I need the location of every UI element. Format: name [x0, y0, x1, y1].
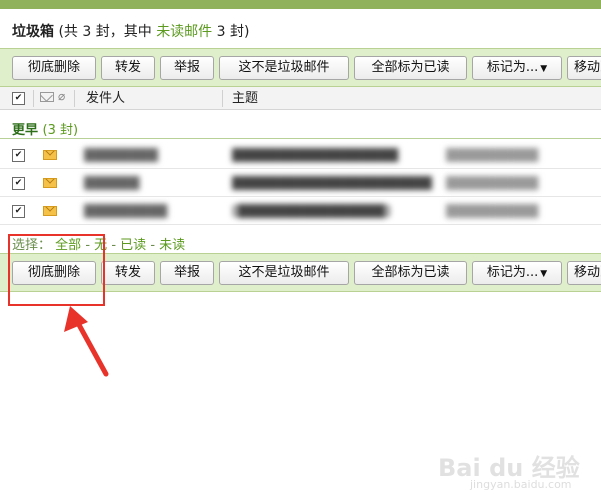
- annotation-arrow: [64, 306, 109, 377]
- watermark-url: jingyan.baidu.com: [470, 478, 572, 491]
